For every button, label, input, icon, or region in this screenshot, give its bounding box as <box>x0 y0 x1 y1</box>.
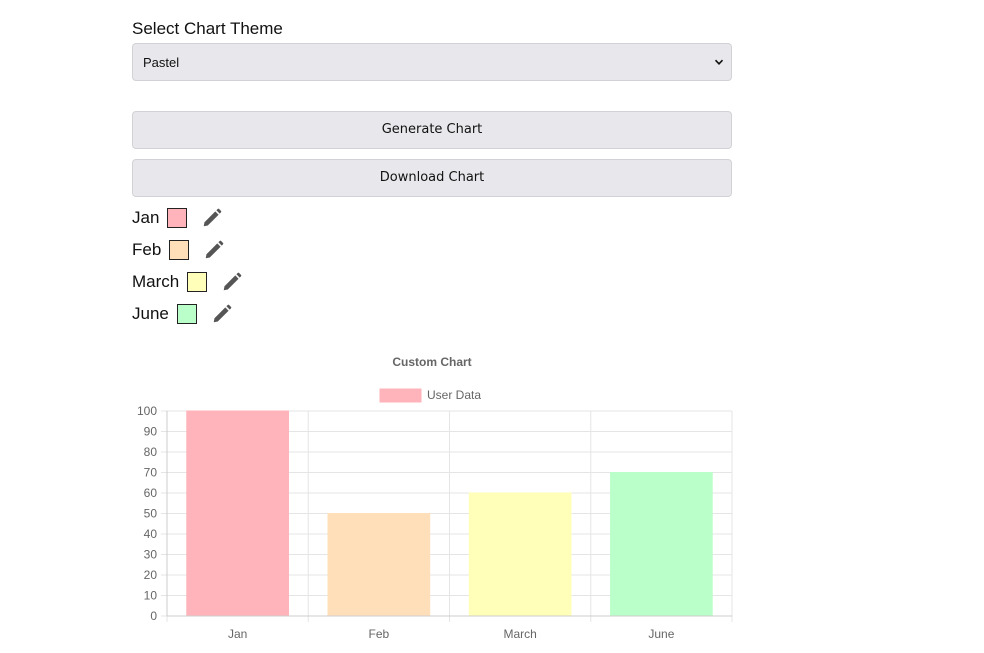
x-tick-label: June <box>648 627 674 641</box>
bar-june[interactable] <box>610 472 713 617</box>
y-tick-label: 100 <box>137 404 157 418</box>
data-item-label: June <box>132 304 169 323</box>
x-tick-label: March <box>503 627 536 641</box>
bar-feb[interactable] <box>327 513 431 617</box>
color-swatch[interactable] <box>167 208 188 228</box>
data-item-label: Jan <box>132 208 160 227</box>
data-item-label: Feb <box>132 240 162 259</box>
data-item-label: March <box>132 272 180 291</box>
pencil-icon[interactable] <box>203 239 225 261</box>
pencil-icon[interactable] <box>221 271 243 293</box>
data-item-june: June <box>132 302 233 326</box>
pencil-icon[interactable] <box>201 207 223 229</box>
x-tick-label: Feb <box>369 627 390 641</box>
color-swatch[interactable] <box>169 240 190 260</box>
theme-select[interactable]: Pastel <box>132 43 732 81</box>
app-root: Select Chart Theme Pastel Generate Chart… <box>0 0 984 653</box>
data-item-jan: Jan <box>132 206 223 230</box>
y-tick-label: 80 <box>144 445 158 459</box>
bar-jan[interactable] <box>186 410 289 617</box>
chevron-down-icon <box>714 59 724 65</box>
generate-chart-button[interactable]: Generate Chart <box>132 111 732 149</box>
data-item-march: March <box>132 270 243 294</box>
y-tick-label: 90 <box>144 425 158 439</box>
y-tick-label: 20 <box>144 568 158 582</box>
legend-swatch-user-data[interactable] <box>379 388 422 403</box>
bar-march[interactable] <box>468 492 572 617</box>
y-tick-label: 70 <box>144 466 158 480</box>
bar-chart: Custom Chart User Data 0 10 20 30 40 50 60 70 80… <box>137 355 733 641</box>
chart-title: Custom Chart <box>392 355 471 369</box>
download-chart-button[interactable]: Download Chart <box>132 159 732 197</box>
theme-select-label: Select Chart Theme <box>132 19 283 38</box>
color-swatch[interactable] <box>176 304 197 324</box>
legend-label-user-data[interactable]: User Data <box>427 388 481 402</box>
theme-select-value: Pastel <box>143 55 180 70</box>
y-tick-label: 50 <box>144 507 158 521</box>
y-tick-label: 10 <box>144 589 158 603</box>
pencil-icon[interactable] <box>211 303 233 325</box>
y-tick-label: 30 <box>144 548 158 562</box>
data-item-feb: Feb <box>132 238 225 262</box>
y-tick-label: 60 <box>144 486 158 500</box>
y-tick-label: 0 <box>150 609 157 623</box>
color-swatch[interactable] <box>187 272 208 292</box>
x-tick-label: Jan <box>228 627 247 641</box>
y-tick-label: 40 <box>144 527 158 541</box>
